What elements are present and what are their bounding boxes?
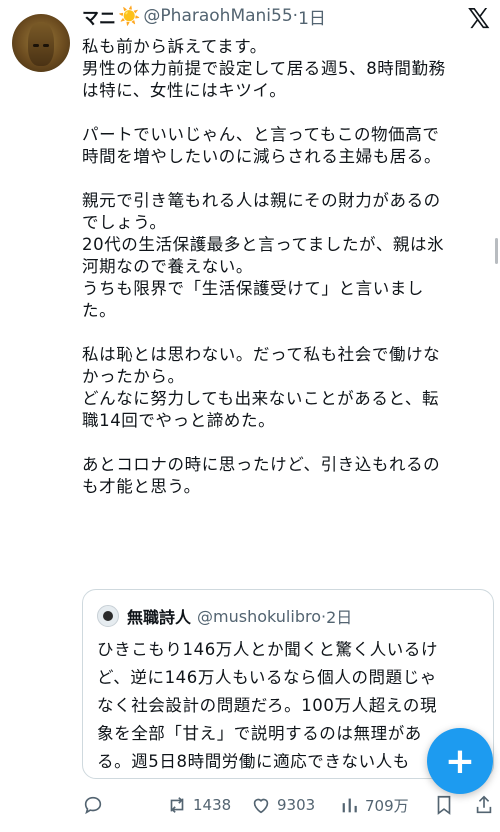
quoted-text-line: ど、逆に146万人もいるなら個人の問題じゃ — [97, 668, 437, 687]
quoted-author-handle: @mushokulibro — [197, 606, 321, 626]
post-text-line: かったから。 — [82, 367, 185, 386]
post-text-line: 私は恥とは思わない。だって私も社会で働けな — [82, 345, 441, 364]
views-icon — [342, 798, 357, 813]
quoted-text-line: る。週5日8時間労働に適応できない人も — [97, 752, 410, 771]
post-text-line: 20代の生活保護最多と言ってましたが、親は氷 — [82, 235, 445, 254]
post-text-line: 河期なので養えない。 — [82, 257, 253, 276]
post-text-line: うちも限界で「生活保護受けて」と言いまし — [82, 279, 424, 298]
quoted-tweet-text: ひきこもり146万人とか聞くと驚く人いるけ ど、逆に146万人もいるなら個人の問題… — [97, 636, 483, 776]
post-text-line: 私も前から訴えてます。 — [82, 37, 267, 56]
retweet-button[interactable]: 1438 — [166, 794, 231, 816]
quoted-text-line: なく社会設計の問題だろ。100万人超えの現 — [97, 696, 438, 715]
bookmark-button[interactable] — [434, 794, 454, 816]
post-text: 私も前から訴えてます。男性の体力前提で設定して居る週5、8時間勤務 は特に、女性に… — [82, 36, 488, 498]
post-text-line: 親元で引き篭もれる人は親にその財力があるの — [82, 191, 441, 210]
views-button[interactable]: 709万 — [340, 794, 409, 816]
retweet-count: 1438 — [193, 796, 232, 814]
quoted-author-avatar — [97, 605, 119, 627]
plus-icon: + — [444, 740, 476, 782]
tweet-actions: 1438 9303 709万 — [82, 790, 494, 820]
post-text-line: 時間を増やしたいのに減らされる主婦も居る。 — [82, 147, 442, 166]
post-text-line: も才能と思う。 — [82, 477, 201, 496]
post-text-line: あとコロナの時に思ったけど、引き込もれるの — [82, 455, 441, 474]
post-text-line: は特に、女性にはキツイ。 — [82, 81, 287, 100]
post-text-line: でしょう。 — [82, 213, 167, 232]
like-button[interactable]: 9303 — [250, 794, 315, 816]
quoted-text-line: 象を全部「甘え」で説明するのは無理があ — [97, 724, 422, 743]
x-logo-icon[interactable]: 𝕏 — [467, 2, 490, 35]
post-text-line: どんなに努力しても出来ないことがあると、転 — [82, 389, 440, 408]
quoted-tweet-header: 無職詩人 @mushokulibro · 2日 — [97, 604, 352, 628]
post-text-line: 男性の体力前提で設定して居る週5、8時間勤務 — [82, 59, 446, 78]
avatar-face — [28, 22, 54, 66]
sun-badge-icon: ☀️ — [118, 5, 141, 27]
post-text-line: 職14回でやっと諦めた。 — [82, 411, 276, 430]
quoted-author-name: 無職詩人 — [127, 608, 192, 627]
compose-button[interactable]: + — [427, 728, 493, 794]
reply-icon — [84, 796, 102, 815]
quoted-post-time: 2日 — [326, 608, 353, 627]
post-time[interactable]: 1日 — [298, 4, 326, 29]
tweet-header: マニ ☀️ @PharaohMani55 · 1日 — [82, 4, 326, 29]
retweet-icon — [170, 797, 184, 813]
scrollbar-thumb[interactable] — [495, 238, 498, 264]
reply-button[interactable] — [82, 794, 104, 816]
author-handle[interactable]: @PharaohMani55 — [143, 6, 292, 26]
bookmark-icon — [437, 795, 451, 815]
share-button[interactable] — [474, 794, 494, 816]
view-count: 709万 — [365, 796, 409, 815]
author-name[interactable]: マニ — [82, 4, 116, 29]
post-text-line: パートでいいじゃん、と言ってもこの物価高で — [82, 125, 440, 144]
author-avatar[interactable] — [12, 14, 70, 72]
like-count: 9303 — [277, 796, 316, 814]
quoted-text-line: ひきこもり146万人とか聞くと驚く人いるけ — [97, 640, 439, 659]
share-icon — [476, 795, 492, 814]
post-text-line: た。 — [82, 301, 117, 320]
heart-icon — [253, 798, 269, 814]
